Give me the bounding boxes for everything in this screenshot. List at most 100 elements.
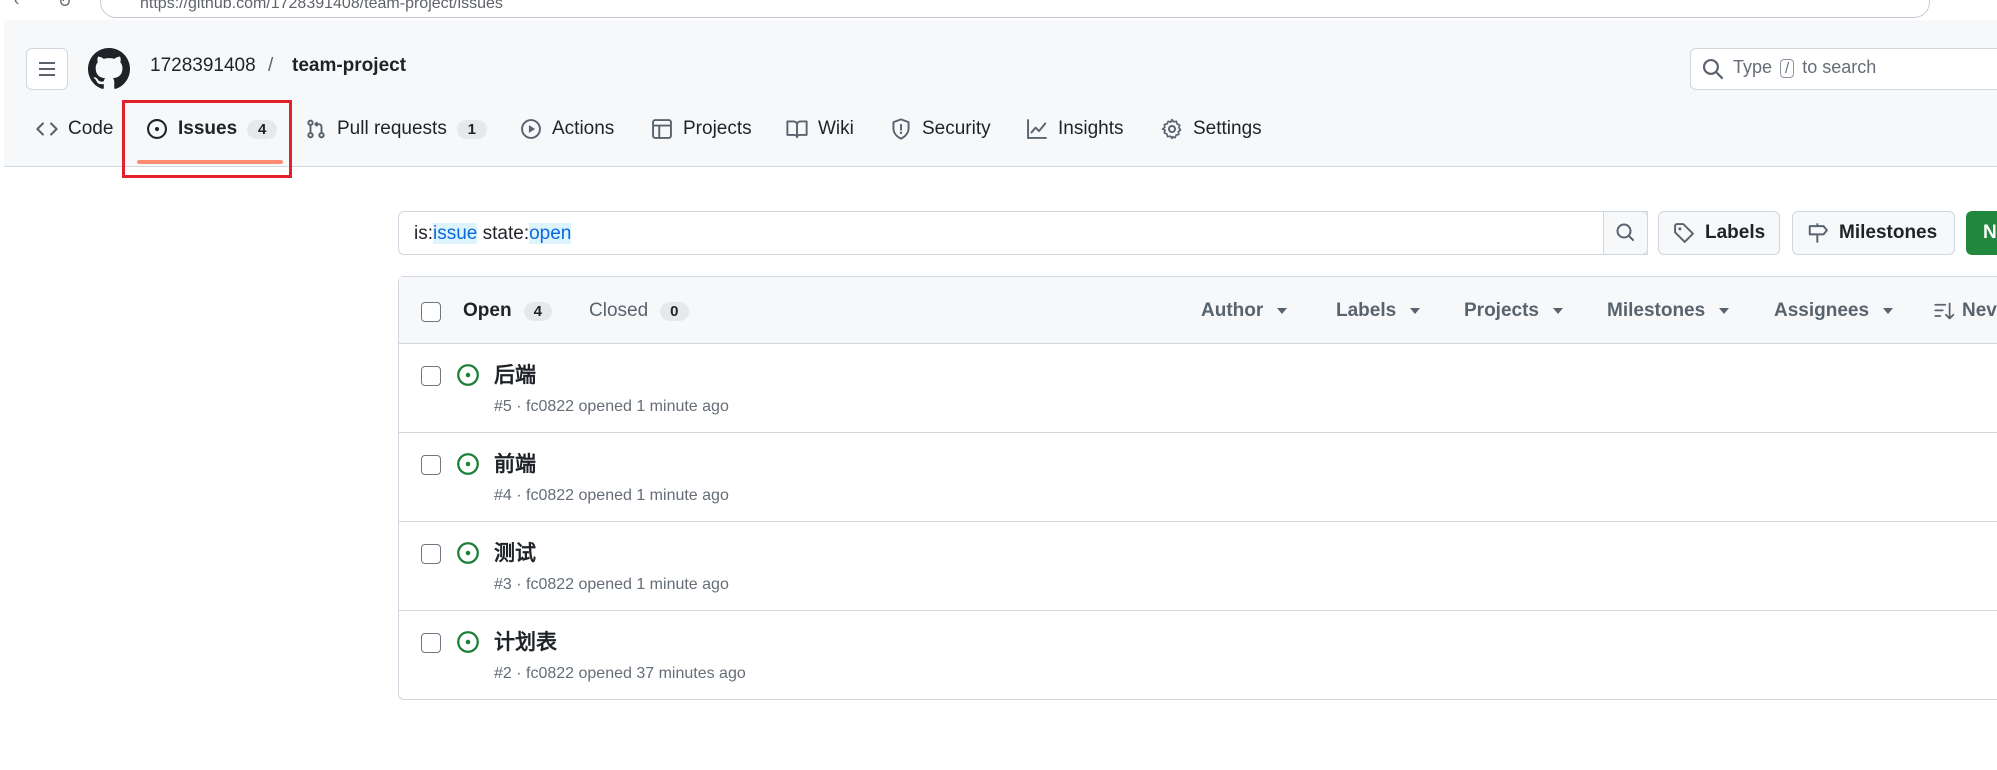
- closed-issues-tab[interactable]: Closed 0: [589, 300, 689, 322]
- issue-meta: #5 · fc0822 opened 1 minute ago: [494, 398, 729, 415]
- assignees-filter-label: Assignees: [1774, 300, 1870, 321]
- issue-checkbox[interactable]: [421, 633, 441, 653]
- chevron-down-icon: [1719, 308, 1730, 314]
- tab-settings-label: Settings: [1193, 118, 1262, 139]
- closed-issues-count: 0: [660, 301, 689, 321]
- repo-name-link[interactable]: team-project: [292, 55, 406, 77]
- labels-button-label: Labels: [1705, 222, 1766, 243]
- search-placeholder: Type / to search: [1733, 57, 1876, 78]
- sort-dropdown[interactable]: Nev: [1932, 300, 1997, 322]
- milestones-button[interactable]: Milestones: [1792, 211, 1955, 255]
- search-placeholder-prefix: Type: [1733, 57, 1773, 77]
- tag-icon: [1674, 223, 1694, 243]
- repo-header: [4, 20, 1997, 167]
- issue-row[interactable]: 前端 #4 · fc0822 opened 1 minute ago: [399, 432, 1997, 522]
- issue-opened-icon: [456, 452, 480, 476]
- labels-filter-label: Labels: [1336, 300, 1397, 321]
- hamburger-icon: [39, 62, 55, 76]
- github-logo-icon[interactable]: [88, 48, 130, 90]
- hamburger-menu-button[interactable]: [26, 48, 68, 90]
- author-filter-label: Author: [1201, 300, 1264, 321]
- author-filter-dropdown[interactable]: Author: [1201, 300, 1288, 322]
- issue-row[interactable]: 后端 #5 · fc0822 opened 1 minute ago: [399, 343, 1997, 433]
- repo-owner-link[interactable]: 1728391408: [150, 55, 256, 77]
- milestones-filter-dropdown[interactable]: Milestones: [1607, 300, 1730, 322]
- issue-opened-icon: [456, 630, 480, 654]
- breadcrumb-separator: /: [268, 55, 274, 76]
- search-icon: [1702, 58, 1724, 80]
- search-placeholder-suffix: to search: [1802, 57, 1877, 77]
- open-issues-tab[interactable]: Open 4: [463, 300, 552, 322]
- tab-insights-label: Insights: [1058, 118, 1124, 139]
- milestones-filter-label: Milestones: [1607, 300, 1706, 321]
- new-issue-button[interactable]: N: [1966, 211, 1997, 255]
- issue-filter-input[interactable]: [398, 211, 1648, 255]
- tab-code[interactable]: Code: [36, 118, 113, 140]
- assignees-filter-dropdown[interactable]: Assignees: [1774, 300, 1894, 322]
- git-pull-request-icon: [307, 119, 325, 139]
- tab-settings[interactable]: Settings: [1161, 118, 1262, 140]
- closed-issues-label: Closed: [589, 300, 649, 321]
- tab-code-label: Code: [68, 118, 114, 139]
- filter-search-button[interactable]: [1603, 211, 1648, 255]
- annotation-highlight-box: [122, 100, 292, 178]
- play-icon: [521, 119, 541, 139]
- gear-icon: [1161, 118, 1182, 140]
- issue-row[interactable]: 计划表 #2 · fc0822 opened 37 minutes ago: [399, 610, 1997, 700]
- issue-title-link[interactable]: 前端: [494, 448, 536, 478]
- tab-wiki-label: Wiki: [818, 118, 854, 139]
- projects-filter-dropdown[interactable]: Projects: [1464, 300, 1563, 322]
- tab-pull-requests-label: Pull requests: [337, 118, 447, 139]
- code-icon: [36, 122, 58, 136]
- table-icon: [652, 119, 672, 139]
- shield-icon: [892, 118, 910, 140]
- pull-requests-counter-badge: 1: [456, 119, 487, 139]
- labels-button[interactable]: Labels: [1658, 211, 1780, 255]
- tab-actions-label: Actions: [552, 118, 615, 139]
- tab-pull-requests[interactable]: Pull requests 1: [305, 118, 487, 140]
- milestones-button-label: Milestones: [1839, 222, 1938, 243]
- issue-opened-icon: [456, 363, 480, 387]
- reload-icon[interactable]: ↻: [58, 0, 71, 12]
- search-shortcut-key: /: [1780, 59, 1795, 78]
- tab-wiki[interactable]: Wiki: [786, 118, 854, 140]
- tab-security[interactable]: Security: [890, 118, 991, 140]
- issue-filter-query[interactable]: is:issue state:open: [414, 223, 572, 245]
- tab-projects-label: Projects: [683, 118, 752, 139]
- address-text[interactable]: https://github.com/1728391408/team-proje…: [140, 0, 503, 13]
- filter-value-issue: issue: [433, 223, 478, 244]
- filter-value-open: open: [529, 223, 572, 244]
- issue-meta: #3 · fc0822 opened 1 minute ago: [494, 576, 729, 593]
- sort-desc-icon: [1934, 302, 1955, 320]
- issue-title-link[interactable]: 计划表: [494, 626, 557, 656]
- issue-title-link[interactable]: 测试: [494, 537, 536, 567]
- tab-security-label: Security: [922, 118, 991, 139]
- issue-row[interactable]: 测试 #3 · fc0822 opened 1 minute ago: [399, 521, 1997, 611]
- sort-label: Nev: [1962, 300, 1997, 321]
- chevron-down-icon: [1277, 308, 1288, 314]
- labels-filter-dropdown[interactable]: Labels: [1336, 300, 1421, 322]
- chevron-down-icon: [1552, 308, 1563, 314]
- tab-insights[interactable]: Insights: [1026, 118, 1123, 140]
- search-icon: [1616, 223, 1634, 241]
- open-issues-label: Open: [463, 300, 512, 321]
- select-all-checkbox[interactable]: [421, 302, 441, 322]
- open-issues-count: 4: [523, 301, 552, 321]
- filter-qualifier-state: state:: [477, 223, 530, 244]
- graph-icon: [1027, 119, 1047, 139]
- issue-meta: #4 · fc0822 opened 1 minute ago: [494, 487, 729, 504]
- issue-checkbox[interactable]: [421, 544, 441, 564]
- book-icon: [786, 120, 808, 139]
- issue-checkbox[interactable]: [421, 455, 441, 475]
- tab-projects[interactable]: Projects: [651, 118, 752, 140]
- issue-opened-icon: [456, 541, 480, 565]
- filter-qualifier-is: is:: [414, 223, 433, 244]
- issue-checkbox[interactable]: [421, 366, 441, 386]
- chevron-down-icon: [1410, 308, 1421, 314]
- issue-title-link[interactable]: 后端: [494, 359, 536, 389]
- tab-actions[interactable]: Actions: [520, 118, 614, 140]
- chevron-down-icon: [1883, 308, 1894, 314]
- back-icon[interactable]: ‹: [14, 0, 19, 10]
- projects-filter-label: Projects: [1464, 300, 1539, 321]
- milestone-icon: [1808, 223, 1828, 243]
